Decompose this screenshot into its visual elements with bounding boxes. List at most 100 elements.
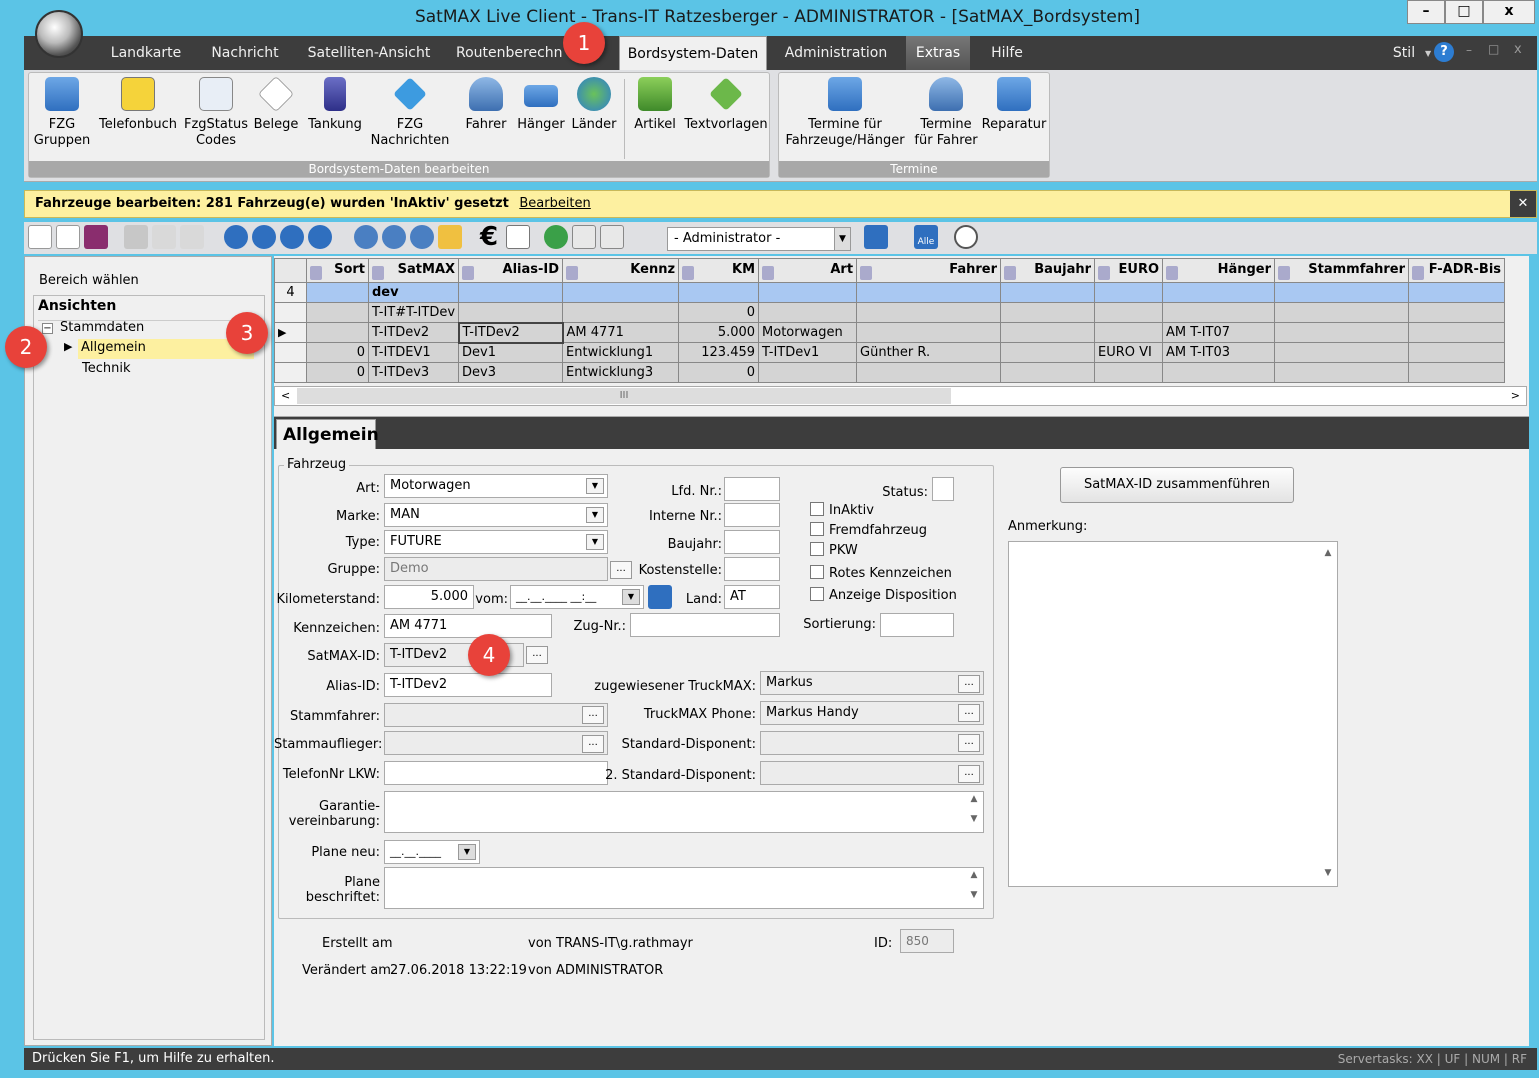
chevron-down-icon[interactable]: ▼ — [834, 228, 850, 250]
disponent-field[interactable] — [760, 731, 984, 755]
grid-settings-icon[interactable] — [572, 225, 596, 249]
stil-dropdown-icon[interactable]: ▼ — [1425, 49, 1431, 58]
scroll-arrows-icon[interactable]: ▲ ▼ — [967, 870, 981, 900]
calendar-icon[interactable] — [648, 585, 672, 609]
chevron-down-icon[interactable]: ▼ — [586, 507, 604, 523]
fzgstatus-codes-button[interactable]: FzgStatus Codes — [183, 77, 249, 149]
search-icon[interactable] — [410, 225, 434, 249]
row-selector[interactable] — [274, 342, 307, 363]
fzg-gruppen-button[interactable]: FZG Gruppen — [31, 77, 93, 149]
truckmax-field[interactable]: Markus — [760, 671, 984, 695]
scroll-left-icon[interactable]: < — [281, 389, 290, 402]
chevron-down-icon[interactable]: ▼ — [586, 478, 604, 494]
column-header[interactable]: Hänger — [1162, 258, 1276, 283]
scroll-up-icon[interactable]: ▲ — [1321, 548, 1335, 558]
euro-icon[interactable]: € — [480, 224, 504, 250]
termine-fahrzeuge-button[interactable]: Termine für Fahrzeuge/Hänger — [781, 77, 909, 149]
chevron-down-icon[interactable]: ▼ — [622, 589, 640, 605]
haenger-button[interactable]: Hänger — [513, 77, 569, 133]
rotes-kennzeichen-checkbox[interactable]: Rotes Kennzeichen — [810, 565, 952, 581]
next-record-icon[interactable] — [280, 225, 304, 249]
column-header[interactable]: F-ADR-Bis — [1408, 258, 1506, 283]
column-header[interactable]: Kennz — [562, 258, 680, 283]
table-row[interactable]: 0 T-ITDev3 Dev3 Entwicklung3 0 — [274, 362, 1506, 383]
scroll-arrows-icon[interactable]: ▲ ▼ — [967, 794, 981, 824]
zoom-in-icon[interactable] — [354, 225, 378, 249]
row-selector[interactable] — [274, 302, 307, 323]
all-trucks-icon[interactable]: Alle — [914, 225, 938, 249]
app-logo-icon[interactable] — [35, 10, 83, 58]
tree-item-technik[interactable]: Technik — [82, 361, 131, 376]
current-row-icon[interactable]: ▶ — [274, 322, 307, 343]
column-header[interactable]: Sort — [306, 258, 369, 283]
close-button[interactable]: x — [1483, 0, 1535, 24]
marke-select[interactable]: MAN ▼ — [384, 503, 608, 527]
delete-icon[interactable] — [56, 225, 80, 249]
chevron-down-icon[interactable]: ▼ — [586, 534, 604, 550]
interne-field[interactable] — [724, 503, 780, 527]
notification-close-button[interactable]: ✕ — [1510, 191, 1536, 217]
last-record-icon[interactable] — [308, 225, 332, 249]
baujahr-field[interactable] — [724, 530, 780, 554]
tab-hilfe[interactable]: Hilfe — [984, 36, 1030, 70]
anzeige-disposition-checkbox[interactable]: Anzeige Disposition — [810, 587, 957, 603]
art-select[interactable]: Motorwagen ▼ — [384, 474, 608, 498]
cut-icon[interactable] — [124, 225, 148, 249]
tab-allgemein[interactable]: Allgemein — [276, 419, 379, 449]
scroll-right-icon[interactable]: > — [1511, 389, 1520, 402]
satmaxid-ellipsis-button[interactable]: ... — [526, 646, 548, 664]
table-row[interactable]: T-IT#T-ITDev 0 — [274, 302, 1506, 323]
column-header[interactable]: Art — [758, 258, 858, 283]
planeneu-date-field[interactable]: __.__.____ ▼ — [384, 840, 480, 864]
column-header[interactable]: EURO — [1094, 258, 1164, 283]
reparatur-button[interactable]: Reparatur — [979, 77, 1049, 133]
zugnr-field[interactable] — [630, 613, 780, 637]
tab-landkarte[interactable]: Landkarte — [96, 36, 196, 70]
tree-item-stammdaten[interactable]: Stammdaten — [60, 320, 144, 335]
kennzeichen-field[interactable]: AM 4771 — [384, 614, 552, 638]
stil-menu[interactable]: Stil — [1384, 36, 1424, 70]
plane-textarea[interactable]: ▲ ▼ — [384, 867, 984, 909]
mdi-restore-button[interactable]: □ — [1488, 42, 1499, 56]
vom-datetime-field[interactable]: __.__.____ __:__ ▼ — [510, 585, 644, 609]
chevron-down-icon[interactable]: ▼ — [458, 844, 476, 860]
fremdfahrzeug-checkbox[interactable]: Fremdfahrzeug — [810, 522, 927, 538]
truckmax-ellipsis-button[interactable]: ... — [958, 675, 980, 693]
disponent2-field[interactable] — [760, 761, 984, 785]
bearbeiten-link[interactable]: Bearbeiten — [519, 196, 590, 211]
artikel-button[interactable]: Artikel — [629, 77, 681, 133]
tree-collapse-icon[interactable]: − — [42, 323, 53, 334]
fahrer-button[interactable]: Fahrer — [461, 77, 511, 133]
termine-fahrer-button[interactable]: Termine für Fahrer — [909, 77, 983, 149]
tab-nachricht[interactable]: Nachricht — [200, 36, 290, 70]
row-selector[interactable] — [274, 362, 307, 383]
mdi-close-button[interactable]: x — [1514, 42, 1522, 57]
column-header[interactable]: SatMAX — [367, 258, 460, 283]
tab-routenberechnung[interactable]: Routenberechn — [456, 36, 576, 70]
anmerkung-textarea[interactable]: ▲ ▼ — [1008, 541, 1338, 887]
table-row-selected[interactable]: ▶ T-ITDev2 T-ITDev2 AM 4771 5.000 Motorwagen… — [274, 321, 1506, 344]
sortierung-field[interactable] — [880, 613, 954, 637]
tankung-button[interactable]: Tankung — [303, 77, 367, 133]
status-field[interactable] — [932, 477, 954, 501]
help-icon[interactable]: ? — [1434, 42, 1454, 62]
garantie-textarea[interactable]: ▲ ▼ — [384, 791, 984, 833]
textvorlagen-button[interactable]: Textvorlagen — [683, 77, 769, 133]
new-icon[interactable] — [28, 225, 52, 249]
paste-icon[interactable] — [180, 225, 204, 249]
aliasid-field[interactable]: T-ITDev2 — [384, 673, 552, 697]
pkw-checkbox[interactable]: PKW — [810, 542, 858, 558]
zoom-out-icon[interactable] — [382, 225, 406, 249]
tab-satelliten-ansicht[interactable]: Satelliten-Ansicht — [304, 36, 434, 70]
column-header[interactable]: Alias-ID — [458, 258, 564, 283]
gruppe-field[interactable]: Demo — [384, 557, 608, 581]
laender-button[interactable]: Länder — [569, 77, 619, 133]
filter-icon[interactable] — [438, 225, 462, 249]
tab-bordsystem-daten[interactable]: Bordsystem-Daten — [619, 36, 767, 70]
minimize-button[interactable]: – — [1407, 0, 1445, 24]
truck-filter-icon[interactable] — [864, 225, 888, 249]
copy-icon[interactable] — [152, 225, 176, 249]
table-row[interactable]: 0 T-ITDEV1 Dev1 Entwicklung1 123.459 T-ITDev1… — [274, 342, 1506, 363]
group-row[interactable]: 4 dev — [274, 282, 1506, 303]
disponent-ellipsis-button[interactable]: ... — [958, 734, 980, 752]
